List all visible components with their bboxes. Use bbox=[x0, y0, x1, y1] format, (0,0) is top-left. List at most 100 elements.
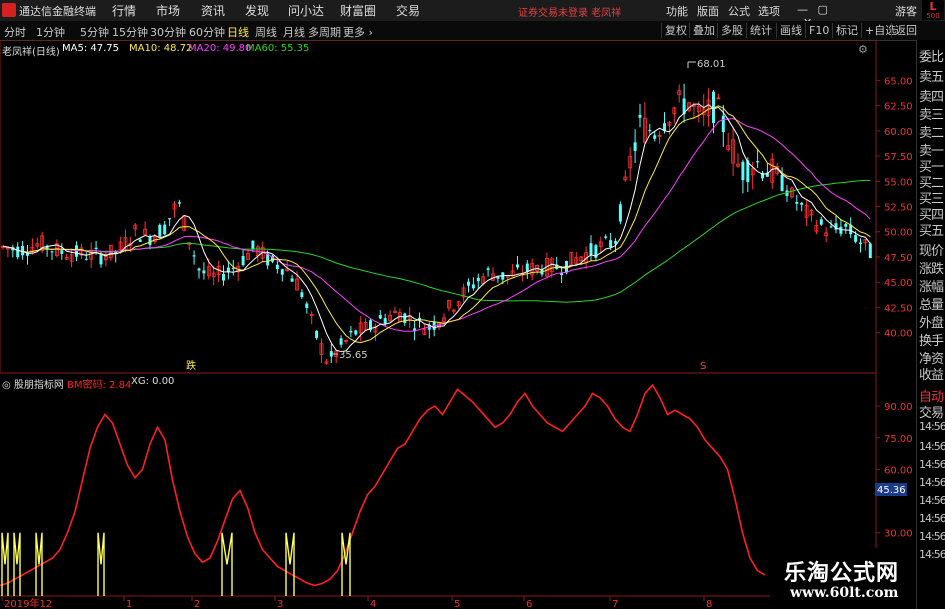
app-title: 通达信金融终端 bbox=[19, 5, 96, 18]
candle-body bbox=[84, 258, 88, 260]
menu-wealth[interactable]: 财富圈 bbox=[340, 2, 376, 19]
price-tick-label: 40.00 bbox=[884, 329, 913, 340]
candle-body bbox=[721, 115, 725, 133]
x-tick-label: 8 bbox=[706, 599, 712, 609]
tab-more-label: 更多 bbox=[343, 26, 365, 39]
tab-1min[interactable]: 1分钟 bbox=[36, 24, 65, 40]
candle-body bbox=[305, 303, 309, 308]
x-tick-label: 3 bbox=[277, 599, 283, 609]
x-tick-label: 1 bbox=[126, 599, 132, 609]
candle-body bbox=[163, 224, 167, 235]
tab-multi-period[interactable]: 多周期 bbox=[308, 24, 341, 40]
candle-body bbox=[819, 219, 823, 225]
indicator-tick-label: 90.00 bbox=[884, 402, 913, 413]
xg-signal bbox=[285, 532, 295, 596]
kline-chart[interactable]: 65.00 62.50 60.00 57.50 55.00 52.50 50.00 47.50… bbox=[0, 40, 916, 609]
guest-label[interactable]: 游客 bbox=[895, 3, 917, 19]
indicator-title: ◎ 股朋指标网 bbox=[2, 376, 64, 391]
adjust-button[interactable]: 复权 bbox=[661, 23, 690, 38]
xg-signal bbox=[13, 532, 21, 596]
x-axis-labels: 2019年12 1 2 3 4 5 6 7 8 bbox=[1, 596, 712, 609]
menu-options[interactable]: 选项 bbox=[758, 3, 780, 19]
high-label: 68.01 bbox=[697, 59, 726, 70]
level-number: 500 bbox=[926, 12, 940, 20]
price-tick-label: 62.50 bbox=[884, 102, 913, 113]
mark-button[interactable]: 标记 bbox=[832, 23, 861, 38]
price-tick-label: 65.00 bbox=[884, 76, 913, 87]
candle-body bbox=[158, 224, 162, 237]
price-tick-label: 47.50 bbox=[884, 253, 913, 264]
side-panel-item: 卖五 bbox=[919, 70, 944, 85]
price-tick-label: 45.00 bbox=[884, 278, 913, 289]
level-badge: L 500 bbox=[922, 0, 944, 20]
xg-signal bbox=[221, 532, 233, 596]
candle-body bbox=[859, 242, 862, 244]
price-tick-label: 55.00 bbox=[884, 177, 913, 188]
menu-news[interactable]: 资讯 bbox=[201, 2, 225, 19]
ma60-legend: MA60: 55.35 bbox=[246, 43, 310, 54]
candle-body bbox=[177, 202, 181, 204]
side-panel-item: 现价 bbox=[919, 244, 944, 259]
multi-stock-button[interactable]: 多股 bbox=[717, 23, 746, 38]
tab-daily[interactable]: 日线 bbox=[227, 24, 249, 40]
menu-bar: 通达信金融终端 行情 市场 资讯 发现 问小达 财富圈 交易 证券交易未登录 老… bbox=[0, 0, 945, 29]
minimize-icon[interactable]: — bbox=[797, 3, 808, 16]
tab-more[interactable]: 更多 › bbox=[343, 24, 373, 40]
price-tick-label: 60.00 bbox=[884, 127, 913, 138]
candle-body bbox=[192, 255, 196, 257]
overlay-button[interactable]: 叠加 bbox=[689, 23, 718, 38]
candle-body bbox=[638, 114, 642, 118]
ma5-line bbox=[2, 103, 871, 353]
x-tick-label: 5 bbox=[454, 599, 460, 609]
price-tick-label: 42.50 bbox=[884, 303, 913, 314]
candle-body bbox=[383, 318, 387, 324]
side-panel-item: 14:56 bbox=[919, 530, 945, 543]
candle-body bbox=[21, 245, 25, 256]
back-button[interactable]: 返回 bbox=[891, 23, 920, 38]
watermark-url: www.60lt.com bbox=[790, 585, 899, 601]
candle-body bbox=[618, 204, 622, 222]
menu-discover[interactable]: 发现 bbox=[245, 2, 269, 19]
xg-legend: XG: 0.00 bbox=[131, 376, 175, 387]
indicator-toggle-icon[interactable]: ◎ bbox=[2, 380, 14, 391]
candle-body bbox=[844, 223, 848, 227]
restore-icon[interactable]: ▢ bbox=[818, 3, 828, 16]
side-panel-item: 涨跌 bbox=[919, 262, 944, 277]
chevron-right-icon: › bbox=[365, 26, 373, 39]
side-panel-item: 收益 bbox=[919, 368, 944, 383]
tab-timeshare[interactable]: 分时 bbox=[4, 24, 26, 40]
xg-signal bbox=[1, 532, 9, 596]
candle-body bbox=[829, 226, 833, 228]
tab-weekly[interactable]: 周线 bbox=[255, 24, 277, 40]
menu-market[interactable]: 市场 bbox=[156, 2, 180, 19]
menu-formula[interactable]: 公式 bbox=[728, 3, 750, 19]
price-tick-label: 52.50 bbox=[884, 203, 913, 214]
watermark-title: 乐淘公式网 bbox=[784, 561, 900, 586]
settings-gear-icon[interactable]: ⚙ bbox=[858, 43, 870, 56]
tab-60min[interactable]: 60分钟 bbox=[189, 24, 225, 40]
f10-button[interactable]: F10 bbox=[805, 23, 832, 38]
candle-body bbox=[525, 263, 529, 272]
tab-5min[interactable]: 5分钟 bbox=[80, 24, 109, 40]
ma60-line bbox=[2, 179, 871, 303]
tab-30min[interactable]: 30分钟 bbox=[150, 24, 186, 40]
price-tick-label: 50.00 bbox=[884, 228, 913, 239]
tab-15min[interactable]: 15分钟 bbox=[112, 24, 148, 40]
stats-button[interactable]: 统计 bbox=[746, 23, 775, 38]
menu-quotes[interactable]: 行情 bbox=[112, 2, 136, 19]
candle-body bbox=[354, 330, 358, 335]
price-axis: 65.00 62.50 60.00 57.50 55.00 52.50 50.00 47.50… bbox=[876, 76, 913, 340]
draw-line-button[interactable]: 画线 bbox=[776, 23, 805, 38]
candle-body bbox=[300, 292, 304, 297]
candle-body bbox=[467, 281, 470, 286]
menu-trade[interactable]: 交易 bbox=[396, 2, 420, 19]
tab-monthly[interactable]: 月线 bbox=[283, 24, 305, 40]
menu-function[interactable]: 功能 bbox=[666, 3, 688, 19]
side-panel-item: 换手 bbox=[919, 334, 944, 349]
candle-body bbox=[290, 278, 294, 282]
menu-layout[interactable]: 版面 bbox=[697, 3, 719, 19]
current-value-label: 45.36 bbox=[877, 485, 906, 496]
candle-body bbox=[486, 268, 490, 270]
candle-body bbox=[148, 236, 152, 245]
menu-ask[interactable]: 问小达 bbox=[288, 2, 324, 19]
